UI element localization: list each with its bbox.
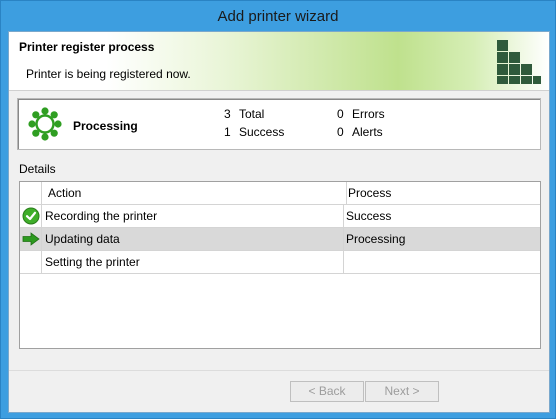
row-icon-cell	[20, 251, 42, 273]
errors-label: Errors	[352, 107, 385, 121]
staircase-logo-icon	[497, 40, 541, 84]
header-title: Printer register process	[19, 40, 155, 54]
total-count: 3	[224, 107, 231, 121]
row-process: Success	[346, 209, 392, 223]
column-header-action[interactable]: Action	[42, 182, 347, 204]
status-label: Processing	[73, 119, 138, 133]
footer-divider	[9, 370, 549, 371]
success-count: 1	[224, 125, 231, 139]
alerts-label: Alerts	[352, 125, 383, 139]
table-row[interactable]: Updating data Processing	[20, 228, 540, 251]
status-panel: Processing 3 Total 1 Success 0 Errors 0 …	[17, 98, 541, 150]
processing-spinner-icon	[28, 107, 62, 141]
arrow-right-icon	[22, 232, 40, 246]
next-button[interactable]: Next >	[365, 381, 439, 402]
table-row[interactable]: Recording the printer Success	[20, 205, 540, 228]
header-icon-cell	[20, 182, 42, 204]
details-label: Details	[19, 162, 56, 176]
errors-count: 0	[337, 107, 344, 121]
wizard-window: Add printer wizard Printer register proc…	[0, 0, 556, 419]
row-icon-cell	[20, 228, 42, 250]
column-header-process[interactable]: Process	[342, 182, 538, 204]
row-process: Processing	[346, 232, 406, 246]
details-table[interactable]: Action Process Recording the printer Suc…	[19, 181, 541, 349]
window-title: Add printer wizard	[217, 8, 339, 25]
row-icon-cell	[20, 205, 42, 227]
success-label: Success	[239, 125, 285, 139]
table-row[interactable]: Setting the printer	[20, 251, 540, 274]
wizard-header: Printer register process Printer is bein…	[9, 32, 549, 91]
row-action: Updating data	[42, 228, 344, 250]
header-subtitle: Printer is being registered now.	[26, 67, 191, 81]
table-header-row: Action Process	[20, 182, 540, 205]
row-action: Recording the printer	[42, 205, 344, 227]
alerts-count: 0	[337, 125, 344, 139]
check-circle-icon	[22, 207, 40, 225]
row-process	[342, 251, 536, 273]
row-action: Setting the printer	[42, 251, 344, 273]
total-label: Total	[239, 107, 265, 121]
back-button[interactable]: < Back	[290, 381, 364, 402]
wizard-client-area: Printer register process Printer is bein…	[8, 31, 550, 413]
